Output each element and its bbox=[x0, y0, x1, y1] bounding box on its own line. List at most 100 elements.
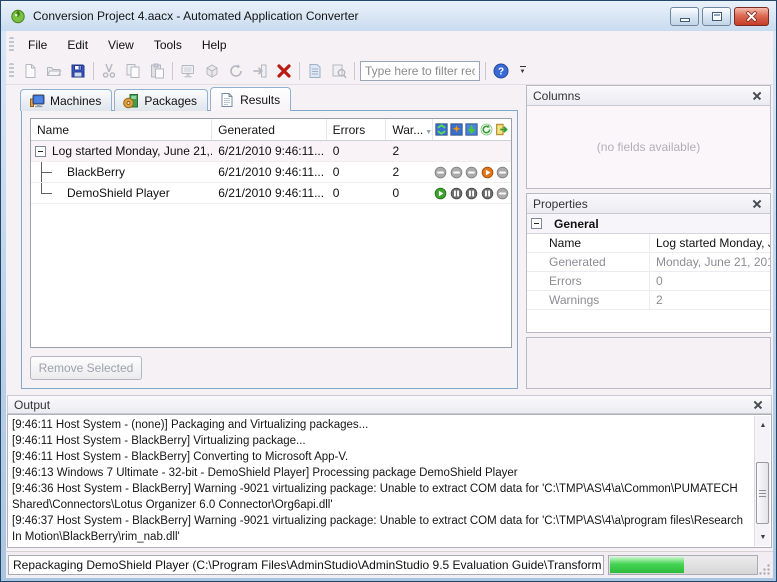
menu-item-tools[interactable]: Tools bbox=[144, 35, 192, 55]
add-machine-button[interactable] bbox=[177, 60, 199, 82]
open-button[interactable] bbox=[43, 60, 65, 82]
status-bar: Repackaging DemoShield Player (C:\Progra… bbox=[6, 551, 773, 578]
column-header-warnings[interactable]: War... bbox=[386, 119, 433, 140]
filter-records-input[interactable] bbox=[360, 61, 480, 81]
property-value: 0 bbox=[650, 274, 770, 288]
convert-run-icon[interactable] bbox=[480, 123, 493, 136]
app-icon[interactable] bbox=[10, 8, 26, 24]
convert-button[interactable] bbox=[225, 60, 247, 82]
row-name: BlackBerry bbox=[67, 165, 125, 179]
filter-dropdown-icon[interactable] bbox=[425, 123, 432, 137]
column-header-name[interactable]: Name bbox=[31, 119, 212, 140]
new-button[interactable] bbox=[19, 60, 41, 82]
save-button[interactable] bbox=[67, 60, 89, 82]
column-header-generated[interactable]: Generated bbox=[212, 119, 326, 140]
maximize-icon bbox=[712, 12, 722, 21]
menu-item-help[interactable]: Help bbox=[192, 35, 237, 55]
columns-panel-close-icon[interactable] bbox=[751, 89, 764, 102]
toolbar-gripper[interactable] bbox=[9, 63, 14, 79]
menu-item-edit[interactable]: Edit bbox=[57, 35, 98, 55]
output-lines: [9:46:11 Host System - (none)] Packaging… bbox=[8, 415, 754, 547]
property-row[interactable]: Warnings2 bbox=[527, 291, 770, 310]
minimize-button[interactable] bbox=[670, 7, 699, 26]
status-icons-cell bbox=[433, 162, 511, 182]
maximize-button[interactable] bbox=[702, 7, 731, 26]
property-row[interactable]: NameLog started Monday, J bbox=[527, 234, 770, 253]
output-line: [9:46:13 Windows 7 Ultimate - 32-bit - D… bbox=[12, 465, 750, 481]
property-label: Name bbox=[527, 234, 650, 252]
table-row[interactable]: BlackBerry6/21/2010 9:46:11...02 bbox=[31, 162, 511, 183]
scrollbar-thumb[interactable] bbox=[756, 462, 769, 524]
copy-button[interactable] bbox=[122, 60, 144, 82]
expand-collapse-box[interactable] bbox=[35, 146, 46, 157]
play-orange-status-icon[interactable] bbox=[481, 166, 494, 179]
cut-button[interactable] bbox=[98, 60, 120, 82]
preview-button[interactable] bbox=[328, 60, 350, 82]
paste-icon bbox=[149, 63, 165, 79]
warnings-cell: 0 bbox=[387, 183, 434, 203]
install-icon[interactable] bbox=[465, 123, 478, 136]
property-row[interactable]: Errors0 bbox=[527, 272, 770, 291]
table-row[interactable]: DemoShield Player6/21/2010 9:46:11...00 bbox=[31, 183, 511, 204]
toolbar-overflow-button[interactable] bbox=[516, 60, 529, 82]
help-button[interactable]: ? bbox=[490, 60, 512, 82]
generated-cell: 6/21/2010 9:46:11... bbox=[212, 141, 327, 161]
stop-button[interactable] bbox=[273, 60, 295, 82]
toolbar-separator bbox=[354, 62, 355, 80]
report-button[interactable] bbox=[304, 60, 326, 82]
preview-icon bbox=[331, 63, 347, 79]
tab-machines[interactable]: Machines bbox=[20, 89, 112, 111]
toolbar-separator bbox=[172, 62, 173, 80]
toolbar: ? bbox=[6, 57, 773, 85]
table-row[interactable]: Log started Monday, June 21,...6/21/2010… bbox=[31, 141, 511, 162]
tree-branch-line bbox=[35, 183, 61, 203]
minimize-icon bbox=[680, 18, 690, 22]
menu-item-view[interactable]: View bbox=[98, 35, 144, 55]
resize-grip[interactable] bbox=[758, 563, 771, 576]
minus-status-icon[interactable] bbox=[450, 166, 463, 179]
results-table-body: Log started Monday, June 21,...6/21/2010… bbox=[31, 141, 511, 204]
remove-selected-button[interactable]: Remove Selected bbox=[30, 356, 142, 380]
title-bar: Conversion Project 4.aacx - Automated Ap… bbox=[1, 1, 776, 31]
exit-door-icon[interactable] bbox=[495, 123, 508, 136]
pause-status-icon[interactable] bbox=[465, 187, 478, 200]
toolbar-buttons bbox=[18, 60, 358, 82]
status-icons-cell bbox=[433, 141, 511, 161]
column-header-errors[interactable]: Errors bbox=[327, 119, 387, 140]
tab-results[interactable]: Results bbox=[210, 87, 291, 111]
minus-status-icon[interactable] bbox=[496, 187, 509, 200]
pause-status-icon[interactable] bbox=[481, 187, 494, 200]
scroll-up-icon[interactable] bbox=[755, 418, 771, 432]
properties-panel-header: Properties bbox=[527, 194, 770, 214]
run-conversion-button[interactable] bbox=[249, 60, 271, 82]
properties-panel-close-icon[interactable] bbox=[751, 197, 764, 210]
properties-group-label: General bbox=[554, 217, 599, 231]
output-scrollbar[interactable] bbox=[754, 416, 770, 546]
add-package-button[interactable] bbox=[201, 60, 223, 82]
menu-item-file[interactable]: File bbox=[18, 35, 57, 55]
minus-status-icon[interactable] bbox=[496, 166, 509, 179]
snapshot-icon[interactable] bbox=[450, 123, 463, 136]
toolbar-separator bbox=[485, 62, 486, 80]
errors-cell: 0 bbox=[327, 141, 387, 161]
paste-button[interactable] bbox=[146, 60, 168, 82]
report-icon bbox=[307, 63, 323, 79]
menu-bar: FileEditViewToolsHelp bbox=[6, 32, 773, 57]
pause-status-icon[interactable] bbox=[450, 187, 463, 200]
tab-packages[interactable]: Packages bbox=[114, 89, 208, 111]
scroll-down-icon[interactable] bbox=[755, 530, 771, 544]
name-cell: BlackBerry bbox=[31, 162, 212, 182]
output-panel-close-icon[interactable] bbox=[752, 398, 765, 411]
vm-sync-icon[interactable] bbox=[435, 123, 448, 136]
window-title: Conversion Project 4.aacx - Automated Ap… bbox=[33, 9, 359, 23]
property-row[interactable]: GeneratedMonday, June 21, 201 bbox=[527, 253, 770, 272]
properties-group-row[interactable]: General bbox=[527, 214, 770, 234]
minus-status-icon[interactable] bbox=[465, 166, 478, 179]
output-panel-body: [9:46:11 Host System - (none)] Packaging… bbox=[7, 414, 772, 548]
group-expand-collapse-box[interactable] bbox=[531, 218, 542, 229]
play-green-status-icon[interactable] bbox=[434, 187, 447, 200]
minus-status-icon[interactable] bbox=[434, 166, 447, 179]
close-button[interactable] bbox=[734, 7, 769, 26]
menu-gripper[interactable] bbox=[9, 37, 14, 53]
row-name: DemoShield Player bbox=[67, 186, 170, 200]
